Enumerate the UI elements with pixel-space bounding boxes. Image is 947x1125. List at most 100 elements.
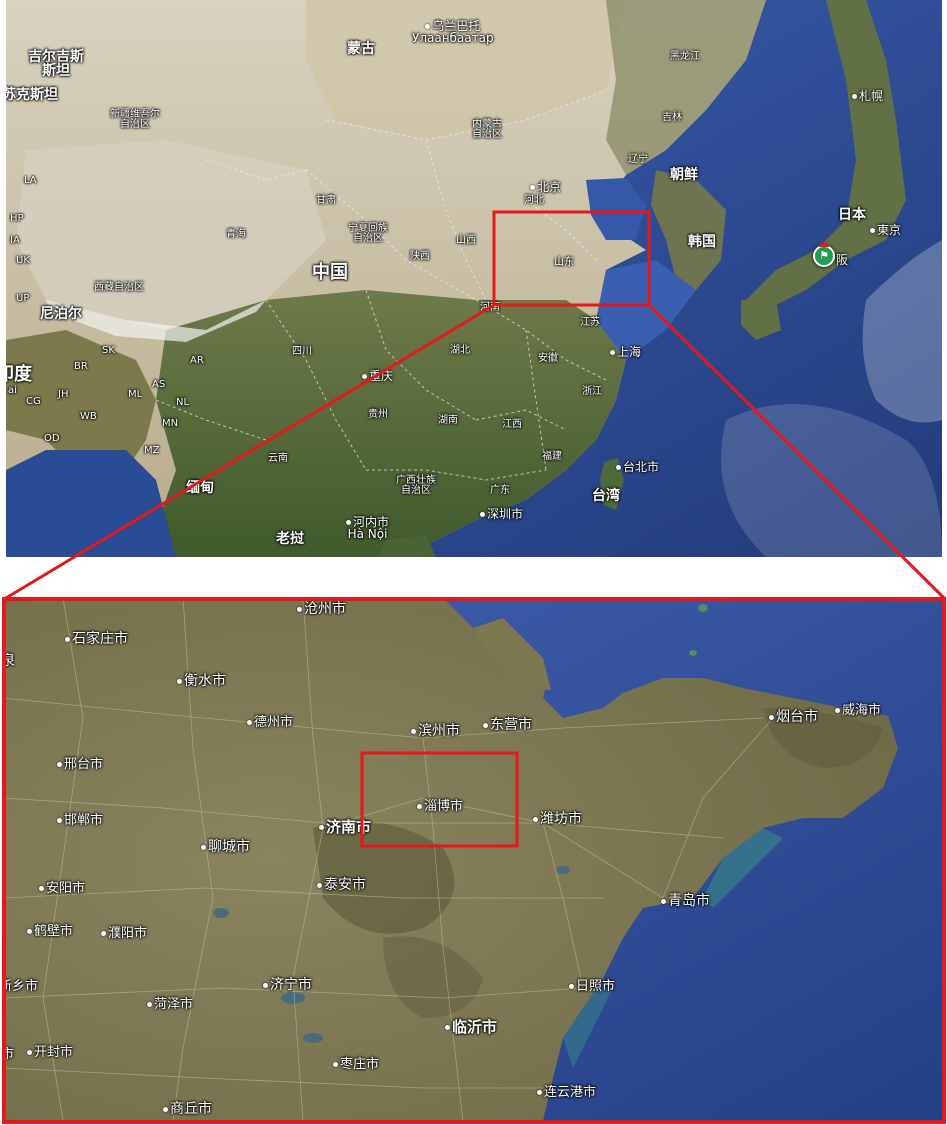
- city-dot-icon: [852, 94, 857, 99]
- city-dot-icon: [411, 728, 416, 734]
- map-label-myanmar: 缅甸: [186, 480, 214, 496]
- detail-map-terrain: [3, 598, 944, 1121]
- city-dot-icon: [27, 929, 32, 934]
- map-label-beijing: 北京: [530, 181, 561, 193]
- map-label-code-nl: NL: [176, 397, 190, 408]
- map-label-code-as: AS: [152, 379, 166, 390]
- city-label-jinan: 济南市: [319, 820, 371, 835]
- city-dot-icon: [163, 1106, 168, 1112]
- map-label-hebei: 河北: [524, 195, 544, 206]
- map-label-zhejiang: 浙江: [582, 386, 602, 397]
- map-label-guangxi: 广西壮族 自治区: [396, 475, 436, 496]
- map-label-code-od: OD: [44, 433, 60, 444]
- city-label-zaozhuang: 枣庄市: [333, 1058, 379, 1071]
- city-label-edge-left: 泉: [3, 653, 15, 669]
- city-label-rizhao: 日照市: [569, 980, 615, 993]
- city-label-qingdao: 青岛市: [661, 894, 710, 908]
- detail-map[interactable]: 沧州市 石家庄市 衡水市 德州市 滨州市 东营市 烟台市 威海市 邢台市 淄博市…: [3, 598, 944, 1121]
- city-dot-icon: [333, 1062, 338, 1067]
- city-label-dongying: 东营市: [483, 718, 532, 732]
- map-label-ningxia: 宁夏回族 自治区: [348, 223, 388, 244]
- city-label-hengshui: 衡水市: [177, 674, 226, 688]
- city-label-weihai: 威海市: [835, 704, 881, 717]
- city-label-puyang: 濮阳市: [101, 927, 147, 940]
- map-label-kyrgyzstan: 吉尔吉斯 斯坦: [28, 49, 84, 79]
- city-label-xinxiang: 新乡市: [3, 979, 39, 994]
- map-label-tibet: 西藏自治区: [94, 282, 144, 293]
- city-dot-icon: [297, 606, 302, 612]
- map-label-xinjiang: 新疆维吾尔 自治区: [110, 109, 160, 130]
- city-dot-icon: [537, 1090, 542, 1095]
- map-label-hubei: 湖北: [450, 345, 470, 356]
- city-label-xingtai: 邢台市: [57, 758, 103, 771]
- map-label-taipei: 台北市: [616, 461, 659, 473]
- city-label-hebi: 鹤壁市: [27, 925, 73, 938]
- map-label-sapporo: 札幌: [852, 90, 883, 102]
- map-label-shanxi: 山西: [456, 235, 476, 246]
- city-dot-icon: [177, 678, 182, 684]
- city-dot-icon: [147, 1002, 152, 1007]
- city-dot-icon: [27, 1050, 32, 1055]
- city-dot-icon: [317, 882, 322, 888]
- map-label-south-korea: 韩国: [688, 234, 716, 250]
- map-label-anhui: 安徽: [538, 353, 558, 364]
- city-label-linyi: 临沂市: [445, 1020, 497, 1035]
- map-label-code-uk: UK: [16, 255, 30, 266]
- city-label-yantai: 烟台市: [769, 710, 818, 724]
- city-dot-icon: [39, 886, 44, 891]
- city-dot-icon: [533, 816, 538, 822]
- city-dot-icon: [65, 636, 70, 642]
- map-label-north-korea: 朝鲜: [670, 167, 698, 183]
- city-dot-icon: [661, 898, 666, 904]
- map-label-kazakhstan: 苏克斯坦: [6, 87, 58, 103]
- overview-map-terrain: [6, 0, 942, 557]
- city-dot-icon: [319, 825, 324, 830]
- city-label-lianyungang: 连云港市: [537, 1086, 596, 1099]
- city-dot-icon: [616, 465, 621, 470]
- map-label-hunan: 湖南: [438, 415, 458, 426]
- overview-map[interactable]: 吉尔吉斯 斯坦 苏克斯坦 新疆维吾尔 自治区 蒙古 乌兰巴托 Улаанбаат…: [6, 0, 942, 557]
- map-label-osaka: 阪: [836, 253, 849, 267]
- city-label-liaocheng: 聊城市: [201, 840, 250, 854]
- city-dot-icon: [569, 984, 574, 989]
- city-label-cangzhou: 沧州市: [297, 602, 346, 616]
- map-label-mongolia: 蒙古: [347, 41, 375, 57]
- map-label-tokyo: 東京: [870, 224, 901, 236]
- city-label-zibo: 淄博市: [417, 800, 463, 813]
- map-label-code-la: LA: [24, 175, 37, 186]
- city-dot-icon: [346, 520, 351, 525]
- map-label-code-mn: MN: [162, 418, 179, 429]
- flag-marker-icon[interactable]: ⚑: [813, 243, 835, 267]
- map-label-code-up: UP: [16, 293, 30, 304]
- map-label-henan: 河南: [480, 302, 500, 313]
- map-label-china: 中国: [312, 262, 348, 283]
- city-dot-icon: [247, 720, 252, 725]
- map-label-guizhou: 贵州: [368, 409, 388, 420]
- map-label-shanghai: 上海: [610, 346, 641, 358]
- map-label-shaanxi: 陕西: [410, 251, 430, 262]
- map-label-india: 印度: [6, 364, 32, 385]
- city-dot-icon: [362, 374, 367, 379]
- map-label-qinghai: 青海: [226, 229, 246, 240]
- city-dot-icon: [57, 818, 62, 823]
- map-label-code-cg: CG: [26, 396, 41, 407]
- map-label-shandong: 山东: [554, 257, 574, 268]
- map-label-code-br: BR: [74, 361, 88, 372]
- map-label-jiangxi: 江西: [502, 419, 522, 430]
- map-label-taiwan: 台湾: [592, 488, 620, 504]
- map-label-shenzhen: 深圳市: [480, 508, 523, 520]
- city-label-shangqiu: 商丘市: [163, 1102, 212, 1116]
- map-label-code-wb: WB: [80, 411, 97, 422]
- map-label-sichuan: 四川: [292, 346, 312, 357]
- city-label-edge-left-2: 市: [3, 1047, 15, 1062]
- map-label-japan: 日本: [838, 207, 866, 223]
- map-label-nepal: 尼泊尔: [40, 306, 82, 322]
- city-dot-icon: [483, 722, 488, 728]
- city-dot-icon: [870, 228, 875, 233]
- map-label-guangdong: 广东: [490, 485, 510, 496]
- map-label-code-ia: IA: [10, 235, 20, 246]
- map-label-code-mz: MZ: [144, 445, 160, 456]
- city-label-kaifeng: 开封市: [27, 1046, 73, 1059]
- map-label-code-sk: SK: [102, 345, 115, 356]
- map-label-code-ai: ai: [8, 385, 17, 396]
